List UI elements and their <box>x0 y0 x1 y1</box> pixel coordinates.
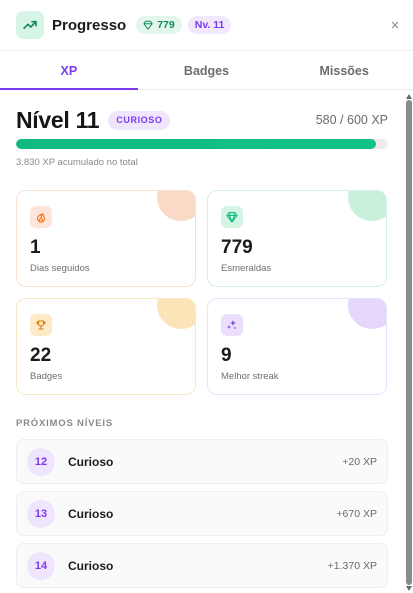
stat-card-best-streak: 9 Melhor streak <box>207 298 387 395</box>
level-xp-needed: +20 XP <box>342 455 377 468</box>
list-item: 12 Curioso +20 XP <box>16 439 388 484</box>
level-pill: Nv. 11 <box>187 16 232 34</box>
stat-card-emeralds: 779 Esmeraldas <box>207 190 387 287</box>
gem-icon <box>221 206 243 228</box>
gems-pill: 779 <box>136 16 182 34</box>
stat-label: Melhor streak <box>221 371 279 382</box>
scroll-up-arrow-icon[interactable] <box>406 94 412 99</box>
total-xp-text: 3.830 XP acumulado no total <box>16 157 138 168</box>
tab-missoes[interactable]: Missões <box>275 52 413 89</box>
xp-progress-bar <box>16 139 388 149</box>
level-xp-needed: +670 XP <box>336 507 377 520</box>
stat-label: Dias seguidos <box>30 263 90 274</box>
stat-label: Esmeraldas <box>221 263 272 274</box>
stat-label: Badges <box>30 371 63 382</box>
stat-value: 1 <box>30 237 41 258</box>
flame-icon <box>30 206 52 228</box>
level-name: Curioso <box>68 558 114 573</box>
xp-progress-fill <box>16 139 376 149</box>
list-item: 13 Curioso +670 XP <box>16 491 388 536</box>
tab-badges[interactable]: Badges <box>138 52 276 89</box>
scroll-thumb[interactable] <box>406 100 412 585</box>
sparkles-icon <box>221 314 243 336</box>
tab-xp[interactable]: XP <box>0 52 138 90</box>
scrollbar[interactable] <box>405 92 413 593</box>
level-name: Curioso <box>68 506 114 521</box>
level-number-badge: 13 <box>27 499 55 528</box>
stat-value: 9 <box>221 345 232 366</box>
stat-value: 779 <box>221 237 253 258</box>
gems-count: 779 <box>157 19 175 31</box>
level-xp-progress: 580 / 600 XP <box>315 113 388 127</box>
level-number-badge: 14 <box>27 551 55 580</box>
close-button[interactable]: × <box>387 16 403 34</box>
level-title: Nível 11 <box>16 106 100 133</box>
stat-card-badges: 22 Badges <box>16 298 196 395</box>
level-rank-badge: CURIOSO <box>108 110 171 130</box>
level-number-badge: 12 <box>27 447 55 476</box>
panel-title: Progresso <box>52 16 127 34</box>
scroll-down-arrow-icon[interactable] <box>406 586 412 591</box>
next-levels-heading: PRÓXIMOS NÍVEIS <box>16 418 113 429</box>
list-item: 14 Curioso +1.370 XP <box>16 543 388 588</box>
level-xp-needed: +1.370 XP <box>327 559 377 572</box>
level-name: Curioso <box>68 454 114 469</box>
panel-header: Progresso 779 Nv. 11 × <box>0 0 413 51</box>
stat-card-streak: 1 Dias seguidos <box>16 190 196 287</box>
trophy-icon <box>30 314 52 336</box>
tab-bar: XP Badges Missões <box>0 52 413 90</box>
close-icon: × <box>390 16 400 34</box>
trending-up-icon <box>16 11 44 39</box>
level-row: Nível 11 CURIOSO 580 / 600 XP <box>16 106 388 134</box>
stat-value: 22 <box>30 345 52 366</box>
gem-icon <box>143 20 153 30</box>
